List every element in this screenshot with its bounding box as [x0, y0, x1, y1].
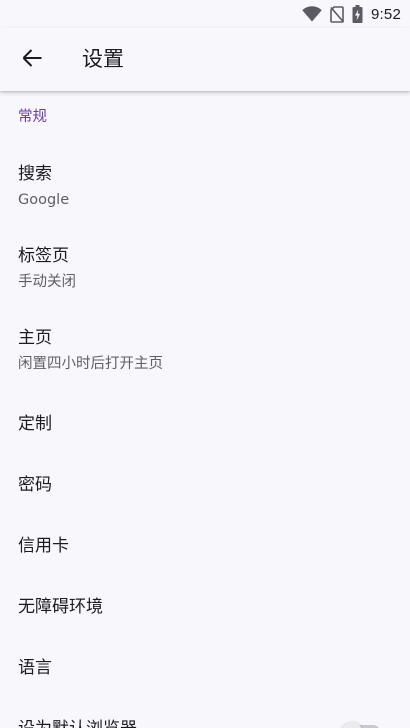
setting-summary: 闲置四小时后打开主页: [18, 356, 163, 372]
setting-title: 设为默认浏览器: [18, 717, 137, 728]
battery-charging-icon: [352, 5, 363, 23]
app-bar: 设置: [0, 28, 410, 91]
setting-title: 标签页: [18, 246, 69, 266]
page-title: 设置: [82, 47, 124, 71]
setting-credit-cards[interactable]: 信用卡: [0, 516, 410, 577]
status-icons: 9:52: [302, 4, 401, 24]
setting-title: 主页: [18, 328, 52, 348]
status-time: 9:52: [371, 5, 401, 23]
setting-homepage[interactable]: 主页 闲置四小时后打开主页: [0, 309, 410, 381]
wifi-icon: [302, 6, 322, 22]
settings-list: 常规 搜索 Google 标签页 手动关闭 主页 闲置四小时后打开主页 定制 密…: [0, 91, 410, 728]
setting-summary: Google: [18, 192, 70, 208]
arrow-left-icon: [21, 47, 43, 73]
switch-thumb: [342, 722, 362, 728]
setting-tabs[interactable]: 标签页 手动关闭: [0, 227, 410, 299]
setting-title: 搜索: [18, 164, 52, 184]
back-button[interactable]: [8, 36, 56, 84]
setting-summary: 手动关闭: [18, 274, 76, 290]
setting-title: 密码: [18, 475, 52, 495]
setting-passwords[interactable]: 密码: [0, 455, 410, 516]
setting-accessibility[interactable]: 无障碍环境: [0, 577, 410, 638]
setting-search[interactable]: 搜索 Google: [0, 145, 410, 217]
setting-title: 无障碍环境: [18, 597, 103, 617]
setting-title: 语言: [18, 658, 52, 678]
setting-title: 定制: [18, 414, 52, 434]
setting-title: 信用卡: [18, 536, 69, 556]
default-browser-switch[interactable]: [342, 715, 382, 728]
setting-language[interactable]: 语言: [0, 638, 410, 699]
no-sim-icon: [330, 5, 344, 23]
setting-customize[interactable]: 定制: [0, 394, 410, 455]
status-bar: 9:52: [0, 0, 410, 28]
section-header-general: 常规: [18, 109, 47, 125]
